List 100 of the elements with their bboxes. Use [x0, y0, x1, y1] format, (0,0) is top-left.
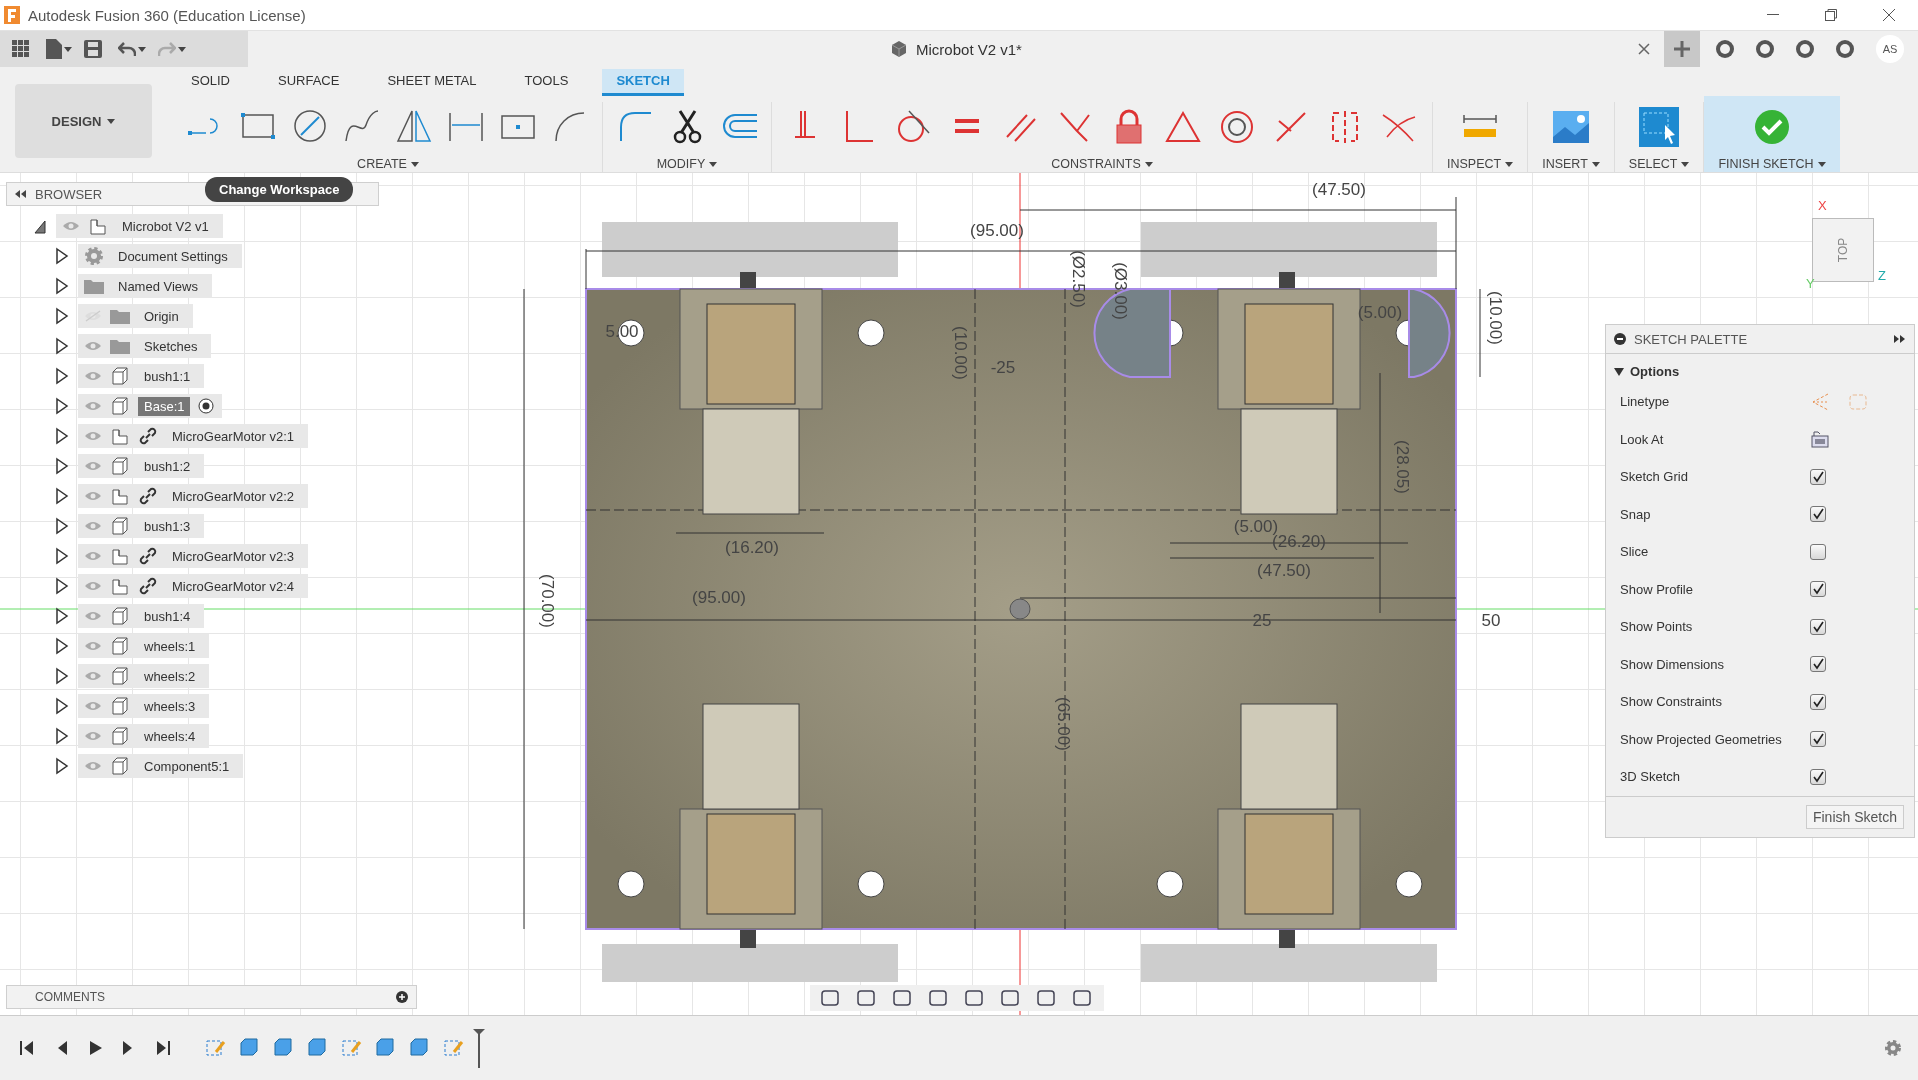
dimension-label[interactable]: (70.00)	[538, 574, 557, 628]
expand-toggle[interactable]	[54, 277, 70, 295]
tree-item[interactable]: MicroGearMotor v2:3	[78, 544, 309, 568]
dimension-label[interactable]: (47.50)	[1312, 180, 1366, 199]
expand-toggle[interactable]	[54, 337, 70, 355]
tree-label: Component5:1	[143, 757, 231, 776]
tree-item[interactable]: Component5:1	[78, 754, 244, 778]
tree-item[interactable]: bush1:4	[78, 604, 205, 628]
active-radio-icon[interactable]	[198, 398, 215, 414]
expand-icon[interactable]	[1894, 335, 1906, 343]
finish-sketch-button[interactable]: Finish Sketch	[1805, 804, 1904, 829]
tree-item[interactable]: Sketches	[78, 334, 212, 358]
tool-group-menu[interactable]: INSERT	[1536, 156, 1606, 172]
checkbox[interactable]	[1810, 731, 1826, 748]
body-icon	[110, 606, 130, 626]
collapsed-triangle-icon	[55, 457, 69, 475]
tree-item[interactable]: Microbot V2 v1	[56, 214, 223, 238]
dimension-label[interactable]: (95.00)	[970, 221, 1024, 240]
toolbar-tab[interactable]: SHEET METAL	[373, 69, 491, 96]
expand-toggle[interactable]	[54, 577, 70, 595]
expand-toggle[interactable]	[54, 457, 70, 475]
expand-toggle[interactable]	[54, 727, 70, 745]
expand-toggle[interactable]	[54, 757, 70, 775]
tree-item[interactable]: Named Views	[78, 274, 212, 298]
option-label: Linetype	[1620, 394, 1671, 410]
collapse-icon[interactable]	[15, 190, 27, 198]
workspace-menu[interactable]: DESIGN	[15, 84, 152, 158]
toolbar-tab[interactable]: TOOLS	[510, 69, 583, 96]
expand-toggle[interactable]	[54, 427, 70, 445]
toolbar-tab[interactable]: SURFACE	[264, 69, 354, 96]
tree-item[interactable]: MicroGearMotor v2:2	[78, 484, 309, 508]
collapsed-triangle-icon	[55, 277, 69, 295]
tree-item[interactable]: bush1:3	[78, 514, 205, 538]
caret-icon	[709, 161, 718, 167]
caret-icon	[410, 161, 419, 167]
checkbox[interactable]	[1810, 468, 1826, 485]
tree-item[interactable]: MicroGearMotor v2:4	[78, 574, 309, 598]
checkbox[interactable]	[1810, 768, 1826, 785]
tree-item[interactable]: wheels:1	[78, 634, 210, 658]
tool-group-menu[interactable]: MODIFY	[650, 156, 724, 172]
tool-group-menu[interactable]: FINISH SKETCH	[1712, 156, 1832, 172]
caret-icon	[138, 46, 146, 52]
expand-toggle[interactable]	[54, 307, 70, 325]
document-tab[interactable]: Microbot V2 v1*	[916, 40, 1022, 58]
expand-toggle[interactable]	[54, 517, 70, 535]
expand-toggle[interactable]	[54, 667, 70, 685]
dimension-label[interactable]: 50	[1481, 611, 1501, 630]
tool-group-menu[interactable]: INSPECT	[1441, 156, 1520, 172]
expand-toggle[interactable]	[54, 697, 70, 715]
box-icon	[374, 1035, 396, 1058]
tree-item[interactable]: Document Settings	[78, 244, 242, 268]
tree-item[interactable]: MicroGearMotor v2:1	[78, 424, 309, 448]
new-tab-button[interactable]	[1664, 31, 1700, 67]
toolbar-tab[interactable]: SOLID	[177, 69, 244, 96]
dimension-label[interactable]: (10.00)	[1486, 291, 1505, 345]
tool-group-menu[interactable]: SELECT	[1622, 156, 1696, 172]
tree-item[interactable]: bush1:1	[78, 364, 205, 388]
app-logo	[4, 6, 20, 24]
collapsed-triangle-icon	[55, 367, 69, 385]
collapse-icon[interactable]	[1614, 333, 1626, 345]
tree-item[interactable]: Base:1	[78, 394, 223, 418]
option-label: Show Points	[1620, 619, 1694, 635]
checkbox[interactable]	[1810, 543, 1826, 560]
body-icon	[110, 696, 130, 716]
component-icon	[110, 576, 130, 596]
component-icon	[110, 546, 130, 566]
add-icon[interactable]	[396, 991, 408, 1003]
option-label: Show Constraints	[1620, 694, 1723, 710]
checkbox[interactable]	[1810, 656, 1826, 673]
caret-icon	[1681, 161, 1690, 167]
checkbox[interactable]	[1810, 618, 1826, 635]
body-icon	[110, 396, 130, 416]
expand-toggle[interactable]	[54, 607, 70, 625]
expand-toggle[interactable]	[54, 397, 70, 415]
tool-group-menu[interactable]: CONSTRAINTS	[1045, 156, 1159, 172]
expand-toggle[interactable]	[54, 637, 70, 655]
panel-title: SKETCH PALETTE	[1634, 331, 1748, 347]
expand-toggle[interactable]	[54, 247, 70, 265]
tree-item[interactable]: wheels:2	[78, 664, 210, 688]
checkbox[interactable]	[1810, 581, 1826, 598]
dimension-label[interactable]: (Ø2.50)	[1069, 250, 1088, 308]
user-avatar[interactable]: AS	[1876, 35, 1904, 63]
tool-group-menu[interactable]: CREATE	[351, 156, 425, 172]
folder-icon	[110, 308, 130, 324]
checkbox[interactable]	[1810, 506, 1826, 523]
checkmark-icon	[1812, 583, 1824, 596]
expand-toggle[interactable]	[54, 487, 70, 505]
tree-item[interactable]: bush1:2	[78, 454, 205, 478]
dimension-label[interactable]: (Ø3.00)	[1111, 262, 1130, 320]
checkmark-icon	[1812, 658, 1824, 671]
expand-toggle[interactable]	[54, 367, 70, 385]
options-section-header[interactable]: Options	[1606, 354, 1688, 383]
tree-item[interactable]: wheels:4	[78, 724, 210, 748]
tree-item[interactable]: wheels:3	[78, 694, 210, 718]
tree-item[interactable]: Origin	[78, 304, 193, 328]
timeline-marker-icon[interactable]	[472, 1028, 486, 1068]
collapsed-triangle-icon	[55, 337, 69, 355]
checkbox[interactable]	[1810, 693, 1826, 710]
box-icon	[306, 1035, 328, 1058]
expand-toggle[interactable]	[54, 547, 70, 565]
